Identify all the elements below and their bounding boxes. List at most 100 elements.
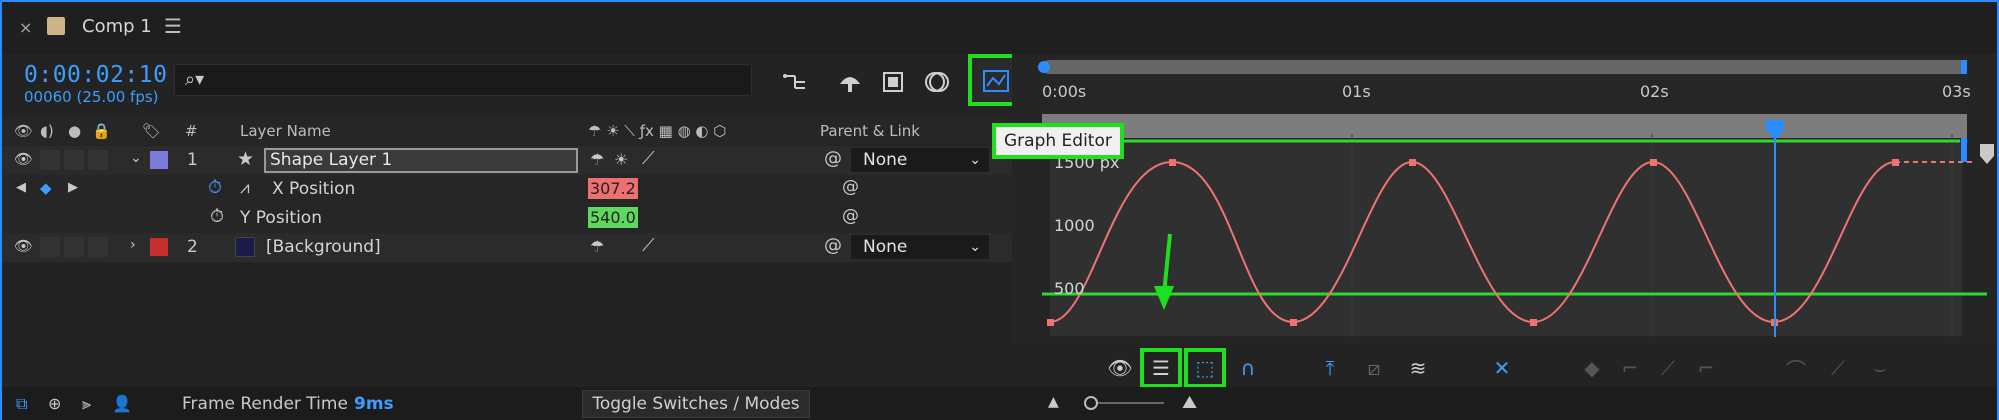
keyframe-point: [1290, 319, 1297, 326]
lock-switch[interactable]: [88, 237, 108, 257]
keyframe-point: [1047, 319, 1054, 326]
property-name-x: X Position: [272, 179, 356, 199]
fit-all-icon[interactable]: ≋: [1400, 352, 1436, 384]
keyframe-point: [1892, 159, 1899, 166]
quality-switch-icon[interactable]: ⟋: [642, 235, 655, 256]
transform-box-button[interactable]: ⬚: [1184, 348, 1226, 388]
solo-switch-icon[interactable]: ●: [68, 122, 81, 140]
shy-switch-icon[interactable]: ☂: [590, 150, 604, 169]
shy-layers-icon[interactable]: [832, 64, 868, 100]
keyframe-point: [1530, 319, 1537, 326]
playhead-handle: [1766, 120, 1784, 140]
motion-blur-icon[interactable]: [920, 64, 956, 100]
graph-curve-canvas[interactable]: [1012, 54, 1997, 387]
comp-mini-flowchart-icon[interactable]: ⧉: [16, 394, 27, 414]
collapse-switch-icon[interactable]: ☀: [614, 150, 628, 169]
frame-blending-icon[interactable]: [876, 64, 912, 100]
chevron-right-icon[interactable]: ›: [130, 237, 136, 253]
shape-layer-star-icon: ★: [237, 148, 255, 170]
property-name-y: Y Position: [240, 208, 322, 228]
solo-switch[interactable]: [64, 150, 84, 170]
separate-dimensions-icon[interactable]: ✕: [1484, 352, 1520, 384]
visibility-eye-icon[interactable]: 👁: [14, 237, 33, 255]
prev-keyframe-icon[interactable]: ◀: [16, 180, 26, 195]
pickwhip-spiral-icon[interactable]: @: [824, 235, 842, 256]
property-row-y-position[interactable]: ⏱ Y Position 540.0 @: [2, 204, 1012, 233]
stopwatch-icon[interactable]: ⏱: [208, 177, 222, 198]
keyframe-point: [1650, 159, 1657, 166]
easy-ease-in-icon[interactable]: ⟋: [1820, 352, 1856, 384]
next-keyframe-icon[interactable]: ▶: [68, 180, 78, 195]
parent-dropdown-1[interactable]: None ⌄: [850, 147, 990, 173]
x-position-value[interactable]: 307.2: [588, 178, 638, 199]
pickwhip-spiral-icon[interactable]: @: [842, 177, 859, 197]
convert-linear-icon[interactable]: ⌐: [1688, 352, 1724, 384]
convert-auto-bezier-icon[interactable]: ⟋: [1650, 352, 1686, 384]
chevron-down-icon: ⌄: [969, 239, 981, 255]
keyframe-point: [1169, 159, 1176, 166]
y-axis-label-1000: 1000: [1054, 216, 1095, 235]
solo-switch[interactable]: [64, 237, 84, 257]
chevron-down-icon[interactable]: ⌄: [130, 150, 142, 166]
search-input[interactable]: ⌕▾: [174, 64, 752, 96]
layer-column-header: 👁 ◖) ● 🔒 🏷 # Layer Name ☂ ☀ ⟍ ƒx ▦ ◍ ◐ ⬡…: [2, 115, 1012, 145]
render-icon[interactable]: ⊕: [48, 394, 61, 413]
x-position-curve: [1049, 160, 1896, 324]
auto-zoom-icon[interactable]: ⤒: [1312, 352, 1348, 384]
label-tag-icon[interactable]: 🏷: [142, 122, 161, 140]
zoom-in-icon[interactable]: ⛰: [1182, 392, 1197, 413]
audio-switch[interactable]: [40, 237, 60, 257]
annotation-arrow: [1162, 233, 1172, 295]
parent-dropdown-value: None: [863, 237, 908, 257]
comp-color-swatch: [47, 17, 65, 35]
show-properties-eye-icon[interactable]: 👁: [1102, 352, 1138, 384]
panel-menu-icon[interactable]: ☰: [164, 14, 182, 38]
lock-switch[interactable]: [88, 150, 108, 170]
zoom-slider-handle[interactable]: [1084, 396, 1098, 410]
pickwhip-spiral-icon[interactable]: @: [824, 148, 842, 169]
snap-magnet-icon[interactable]: ∩: [1230, 352, 1266, 384]
quality-switch-icon[interactable]: ⟋: [642, 148, 655, 169]
easy-ease-out-icon[interactable]: ⌣: [1862, 352, 1898, 384]
audio-switch-icon[interactable]: ◖): [40, 122, 54, 140]
toggle-switches-modes-button[interactable]: Toggle Switches / Modes: [582, 390, 810, 418]
current-time-display[interactable]: 0:00:02:10: [24, 62, 167, 88]
graph-split-icon[interactable]: ⫸: [82, 394, 91, 414]
frame-render-label: Frame Render Time: [182, 394, 348, 414]
stopwatch-icon[interactable]: ⏱: [210, 206, 224, 227]
property-row-x-position[interactable]: ◀ ◆ ▶ ⏱ ⩘ X Position 307.2 @: [2, 175, 1012, 204]
comp-tab-title[interactable]: Comp 1: [82, 16, 152, 37]
easy-ease-icon[interactable]: ⌒: [1778, 352, 1814, 384]
layer-name[interactable]: [Background]: [266, 237, 381, 257]
close-tab-icon[interactable]: ×: [19, 18, 32, 37]
visibility-eye-icon[interactable]: 👁: [14, 150, 33, 168]
edit-keyframe-icon[interactable]: ◆: [1574, 352, 1610, 384]
y-position-value[interactable]: 540.0: [588, 207, 638, 228]
graph-toggle-icon[interactable]: ⩘: [240, 178, 250, 198]
layer-name-field[interactable]: Shape Layer 1: [264, 148, 578, 173]
zoom-out-icon[interactable]: ▲: [1048, 394, 1059, 410]
audio-switch[interactable]: [40, 150, 60, 170]
layer-label-color[interactable]: [150, 151, 168, 169]
tab-bar: × Comp 1 ☰: [2, 2, 1997, 54]
solid-layer-swatch: [235, 237, 255, 257]
lock-switch-icon[interactable]: 🔒: [92, 122, 111, 140]
fit-selection-icon[interactable]: ⧄: [1356, 352, 1392, 384]
parent-dropdown-2[interactable]: None ⌄: [850, 234, 990, 260]
comp-flowchart-icon[interactable]: [778, 64, 814, 100]
number-column-header: #: [185, 122, 198, 140]
layer-label-color[interactable]: [150, 238, 168, 256]
shy-switch-icon[interactable]: ☂: [590, 237, 604, 256]
graph-editor-tooltip: Graph Editor: [992, 123, 1124, 159]
frame-render-value: 9ms: [354, 394, 394, 414]
frame-count-display: 00060 (25.00 fps): [24, 88, 159, 106]
graph-options-button[interactable]: ☰: [1140, 348, 1182, 388]
pickwhip-spiral-icon[interactable]: @: [842, 206, 859, 226]
keyframe-diamond-icon[interactable]: ◆: [40, 179, 52, 197]
convert-hold-icon[interactable]: ⌐: [1612, 352, 1648, 384]
list-menu-icon: ☰: [1152, 356, 1170, 380]
video-switch-icon[interactable]: 👁: [14, 122, 33, 140]
user-icon[interactable]: 👤: [112, 394, 132, 413]
layer-name-column-header[interactable]: Layer Name: [240, 122, 331, 140]
parent-dropdown-value: None: [863, 150, 908, 170]
